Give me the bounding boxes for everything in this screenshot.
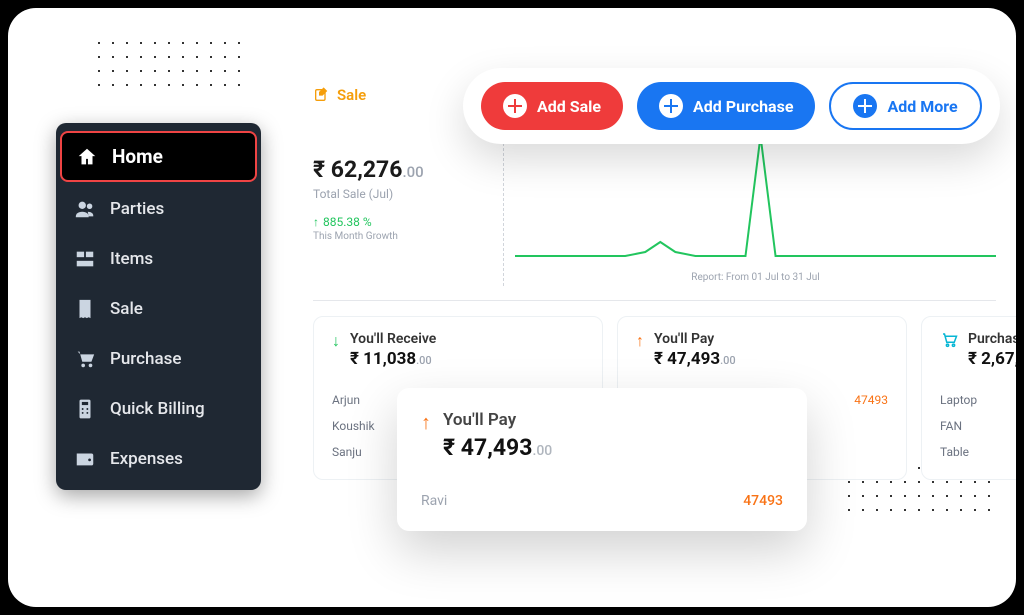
sale-label-text: Sale bbox=[337, 86, 366, 104]
vertical-divider bbox=[503, 138, 504, 286]
list-item: Table bbox=[940, 439, 1016, 465]
card-title: You'll Pay bbox=[654, 331, 736, 347]
floating-card-title: You'll Pay bbox=[443, 410, 552, 430]
app-frame: Home Parties Items Sale Purchase bbox=[8, 8, 1016, 607]
sidebar-item-purchase[interactable]: Purchase bbox=[56, 334, 261, 384]
total-sale-amount: ₹ 62,276.00 bbox=[313, 156, 424, 183]
sidebar-item-label: Sale bbox=[110, 299, 143, 319]
calculator-icon bbox=[74, 398, 96, 420]
add-purchase-button[interactable]: Add Purchase bbox=[637, 82, 815, 130]
growth-pct: 885.38 % bbox=[323, 215, 372, 229]
home-icon bbox=[76, 146, 98, 168]
plus-icon bbox=[503, 94, 527, 118]
chart-caption: Report: From 01 Jul to 31 Jul bbox=[515, 272, 996, 283]
arrow-up-icon: ↑ bbox=[636, 331, 644, 351]
card-amount: ₹ 2,67, bbox=[968, 349, 1016, 369]
line-chart-svg bbox=[515, 124, 996, 264]
growth-label: This Month Growth bbox=[313, 231, 424, 242]
decorative-dots-tl bbox=[92, 36, 242, 96]
sidebar-item-quick-billing[interactable]: Quick Billing bbox=[56, 384, 261, 434]
receipt-icon bbox=[74, 298, 96, 320]
edit-icon bbox=[313, 87, 329, 103]
sidebar-item-label: Quick Billing bbox=[110, 399, 205, 419]
button-label: Add Purchase bbox=[693, 97, 793, 116]
sale-section-label: Sale bbox=[313, 86, 366, 104]
sidebar-item-sale[interactable]: Sale bbox=[56, 284, 261, 334]
arrow-up-icon: ↑ bbox=[421, 410, 431, 435]
floating-card-row: Ravi 47493 bbox=[421, 493, 783, 509]
horizontal-divider bbox=[313, 300, 996, 301]
sidebar-item-label: Parties bbox=[110, 199, 164, 219]
arrow-down-icon: ↓ bbox=[332, 331, 340, 351]
arrow-up-icon: ↑ bbox=[313, 215, 319, 229]
boxes-icon bbox=[74, 248, 96, 270]
sidebar-item-parties[interactable]: Parties bbox=[56, 184, 261, 234]
add-more-button[interactable]: Add More bbox=[829, 82, 981, 130]
floating-card-amount: ₹ 47,493.00 bbox=[443, 434, 552, 461]
main-content: Add Sale Add Purchase Add More Sale ₹ 62… bbox=[303, 68, 1016, 607]
purchase-card[interactable]: Purchase ₹ 2,67, Laptop FAN Table bbox=[921, 316, 1016, 480]
cart-icon bbox=[940, 331, 958, 353]
sidebar-item-expenses[interactable]: Expenses bbox=[56, 434, 261, 484]
total-sale-subtitle: Total Sale (Jul) bbox=[313, 187, 424, 201]
sidebar: Home Parties Items Sale Purchase bbox=[56, 123, 261, 490]
list-item: Laptop bbox=[940, 387, 1016, 413]
row-name: Ravi bbox=[421, 493, 447, 509]
sale-chart: Report: From 01 Jul to 31 Jul bbox=[515, 124, 996, 294]
action-bar: Add Sale Add Purchase Add More bbox=[463, 68, 1000, 144]
add-sale-button[interactable]: Add Sale bbox=[481, 82, 623, 130]
row-value: 47493 bbox=[743, 493, 783, 509]
plus-icon bbox=[659, 94, 683, 118]
growth-indicator: ↑ 885.38 % bbox=[313, 215, 424, 229]
sidebar-item-label: Items bbox=[110, 249, 153, 269]
sale-kpi: ₹ 62,276.00 Total Sale (Jul) ↑ 885.38 % … bbox=[313, 156, 424, 242]
sidebar-item-label: Home bbox=[112, 145, 163, 168]
wallet-icon bbox=[74, 448, 96, 470]
sidebar-item-items[interactable]: Items bbox=[56, 234, 261, 284]
list-item: FAN bbox=[940, 413, 1016, 439]
card-amount: ₹ 11,038.00 bbox=[350, 349, 436, 369]
sidebar-item-label: Purchase bbox=[110, 349, 182, 369]
card-amount: ₹ 47,493.00 bbox=[654, 349, 736, 369]
card-title: You'll Receive bbox=[350, 331, 436, 347]
button-label: Add Sale bbox=[537, 97, 601, 116]
cart-icon bbox=[74, 348, 96, 370]
users-icon bbox=[74, 198, 96, 220]
floating-pay-card: ↑ You'll Pay ₹ 47,493.00 Ravi 47493 bbox=[397, 388, 807, 531]
sidebar-item-home[interactable]: Home bbox=[60, 131, 257, 182]
sidebar-item-label: Expenses bbox=[110, 449, 183, 469]
button-label: Add More bbox=[887, 97, 957, 116]
plus-icon bbox=[853, 94, 877, 118]
card-title: Purchase bbox=[968, 331, 1016, 347]
